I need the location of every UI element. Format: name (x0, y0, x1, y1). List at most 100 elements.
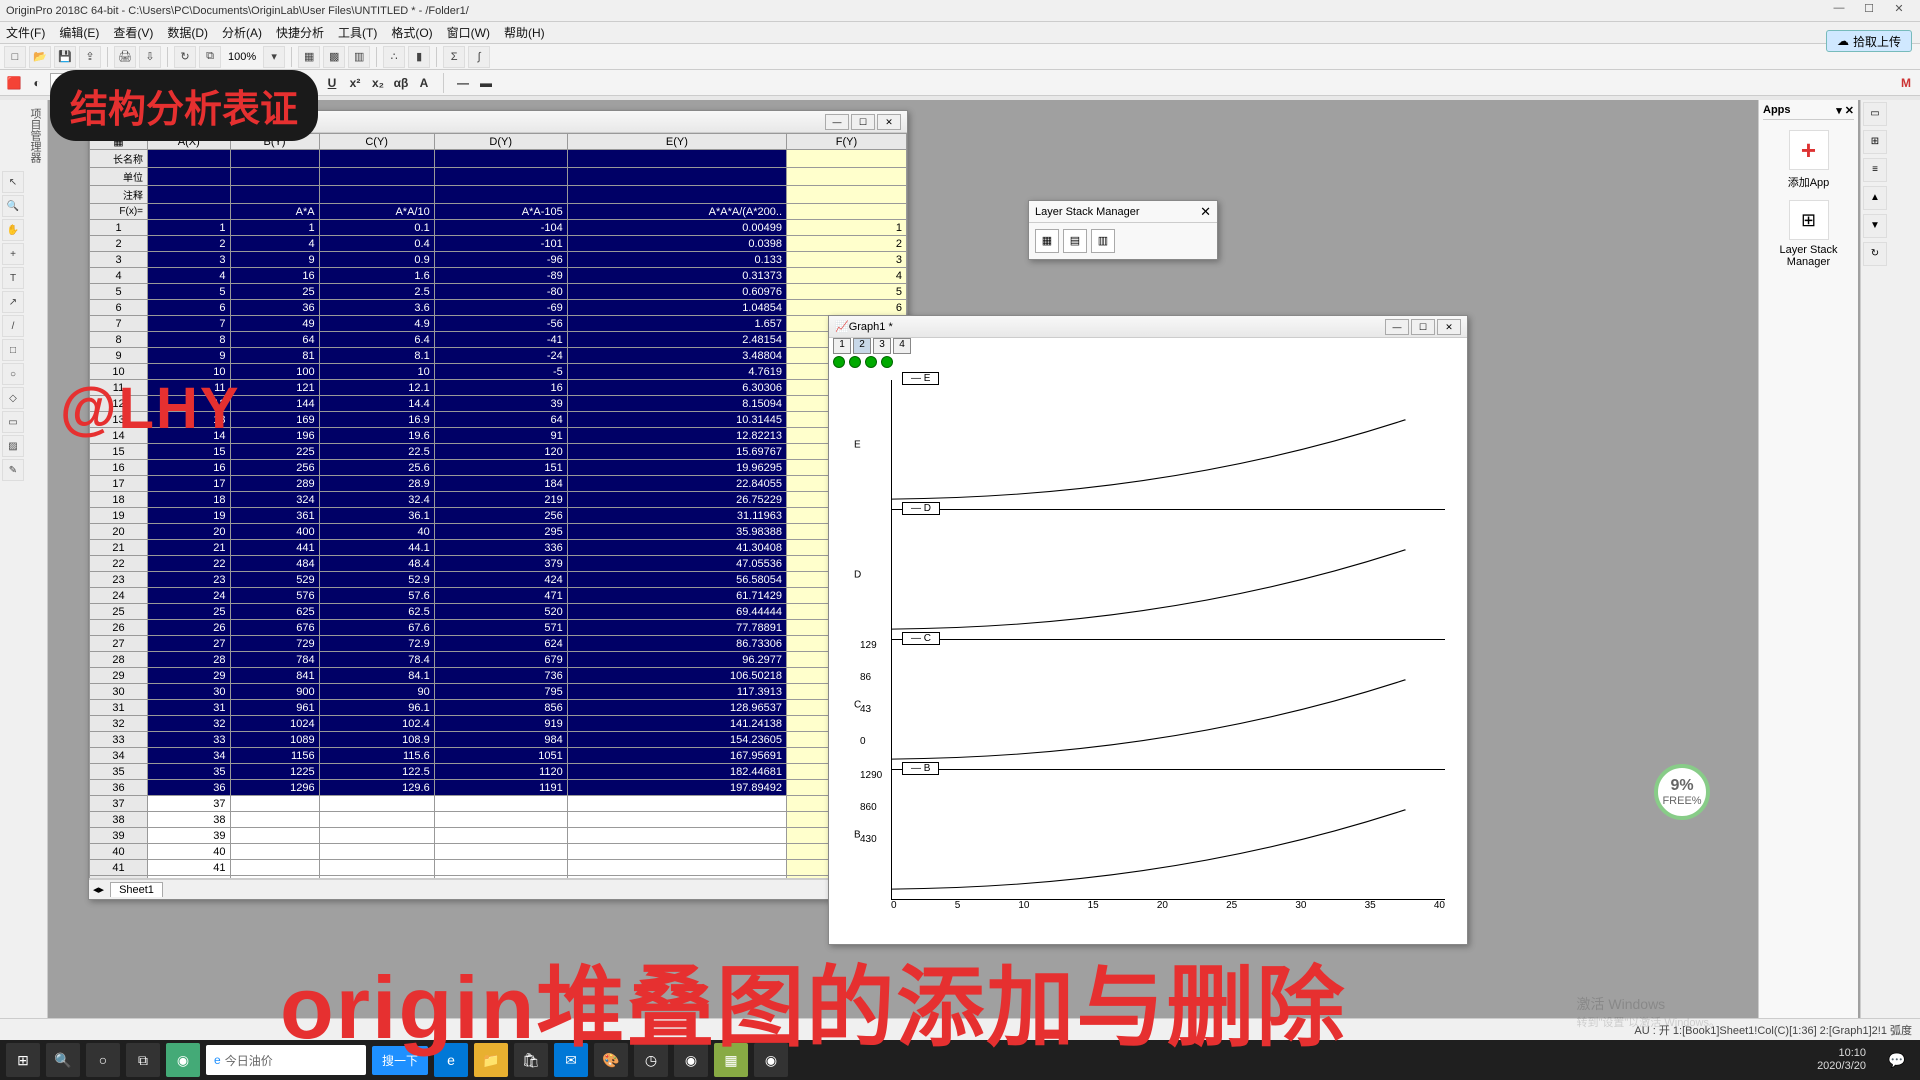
data-cell[interactable]: 520 (434, 604, 567, 620)
label-row-header[interactable]: F(x)= (90, 204, 148, 220)
data-cell[interactable]: 36 (148, 780, 231, 796)
data-cell[interactable]: 52.9 (319, 572, 434, 588)
label-cell[interactable] (319, 150, 434, 168)
lsm-extract-button[interactable]: ▤ (1063, 229, 1087, 253)
data-cell[interactable]: 72.9 (319, 636, 434, 652)
col-header[interactable]: C(Y) (319, 134, 434, 150)
start-button[interactable]: ⊞ (6, 1043, 40, 1077)
data-cell[interactable]: 1225 (230, 764, 319, 780)
layer-tab[interactable]: 2 (853, 338, 871, 354)
stacked-panel[interactable]: — C C 12986430 (891, 640, 1445, 770)
data-cell[interactable]: 10.31445 (567, 412, 786, 428)
data-cell[interactable]: 21 (148, 540, 231, 556)
data-cell[interactable]: 120 (434, 444, 567, 460)
data-cell[interactable]: 49 (230, 316, 319, 332)
data-cell[interactable]: 4.9 (319, 316, 434, 332)
workbook-close[interactable]: ✕ (877, 114, 901, 130)
row-header[interactable]: 9 (90, 348, 148, 364)
data-cell[interactable]: 1051 (434, 748, 567, 764)
data-cell[interactable]: 1024 (230, 716, 319, 732)
data-cell[interactable]: 0.133 (567, 252, 786, 268)
data-cell[interactable]: 36 (230, 300, 319, 316)
row-header[interactable]: 3 (90, 252, 148, 268)
row-header[interactable]: 34 (90, 748, 148, 764)
data-cell[interactable]: 102.4 (319, 716, 434, 732)
data-cell[interactable]: 32.4 (319, 492, 434, 508)
data-cell[interactable]: 184 (434, 476, 567, 492)
row-header[interactable]: 24 (90, 588, 148, 604)
row-header[interactable]: 17 (90, 476, 148, 492)
workbook-window[interactable]: ▦ Book1 — ☐ ✕ ▦ A(X) B(Y) C(Y) D(Y) E(Y) (88, 110, 908, 900)
data-cell[interactable]: -89 (434, 268, 567, 284)
workbook-max[interactable]: ☐ (851, 114, 875, 130)
row-header[interactable]: 26 (90, 620, 148, 636)
data-cell[interactable] (319, 812, 434, 828)
data-cell[interactable]: 22.84055 (567, 476, 786, 492)
data-cell[interactable]: 106.50218 (567, 668, 786, 684)
cortana-icon[interactable]: ○ (86, 1043, 120, 1077)
row-header[interactable]: 28 (90, 652, 148, 668)
row-header[interactable]: 40 (90, 844, 148, 860)
data-cell[interactable]: 41 (148, 860, 231, 876)
open-icon[interactable]: 📂 (29, 46, 51, 68)
label-cell[interactable] (319, 186, 434, 204)
row-header[interactable]: 16 (90, 460, 148, 476)
data-cell[interactable]: -41 (434, 332, 567, 348)
data-cell[interactable]: 0.4 (319, 236, 434, 252)
data-cell[interactable]: 3.48804 (567, 348, 786, 364)
data-cell[interactable] (230, 860, 319, 876)
data-cell[interactable]: 14.4 (319, 396, 434, 412)
menu-help[interactable]: 帮助(H) (504, 24, 545, 41)
data-cell[interactable]: 441 (230, 540, 319, 556)
data-cell[interactable] (319, 828, 434, 844)
row-header[interactable]: 19 (90, 508, 148, 524)
data-cell[interactable]: 20 (148, 524, 231, 540)
data-cell[interactable] (230, 876, 319, 880)
data-cell[interactable]: -5 (434, 364, 567, 380)
data-cell[interactable]: 35 (148, 764, 231, 780)
fontcolor-button[interactable]: A (414, 73, 434, 93)
data-cell[interactable]: 2.48154 (567, 332, 786, 348)
data-cell[interactable]: 48.4 (319, 556, 434, 572)
data-cell[interactable]: 0.31373 (567, 268, 786, 284)
data-cell[interactable]: 91 (434, 428, 567, 444)
workbook-min[interactable]: — (825, 114, 849, 130)
data-cell[interactable]: 144 (230, 396, 319, 412)
data-cell[interactable]: 28 (148, 652, 231, 668)
style-icon[interactable]: ◐ (27, 73, 47, 93)
row-header[interactable]: 18 (90, 492, 148, 508)
text-icon[interactable]: T (2, 267, 24, 289)
notifications-icon[interactable]: 💬 (1880, 1043, 1914, 1077)
data-cell[interactable]: 3 (148, 252, 231, 268)
fx-cell[interactable]: A*A/10 (319, 204, 434, 220)
data-cell[interactable]: 484 (230, 556, 319, 572)
row-header[interactable]: 32 (90, 716, 148, 732)
data-cell[interactable]: 4 (148, 268, 231, 284)
data-cell[interactable] (230, 812, 319, 828)
data-cell[interactable] (434, 812, 567, 828)
mask-icon[interactable]: M (1896, 73, 1916, 93)
data-cell[interactable]: 182.44681 (567, 764, 786, 780)
data-cell[interactable]: 44.1 (319, 540, 434, 556)
graph-min[interactable]: — (1385, 319, 1409, 335)
data-cell[interactable]: 5 (787, 284, 907, 300)
data-cell[interactable]: 576 (230, 588, 319, 604)
mask-tool-icon[interactable]: ▨ (2, 435, 24, 457)
data-cell[interactable]: 16 (230, 268, 319, 284)
label-cell[interactable] (230, 168, 319, 186)
data-cell[interactable]: 169 (230, 412, 319, 428)
data-cell[interactable]: 841 (230, 668, 319, 684)
import-icon[interactable]: ⇩ (139, 46, 161, 68)
color-icon[interactable]: 🟥 (4, 73, 24, 93)
data-cell[interactable]: 19.6 (319, 428, 434, 444)
data-cell[interactable]: 4 (787, 268, 907, 284)
data-cell[interactable]: 108.9 (319, 732, 434, 748)
data-cell[interactable]: 1191 (434, 780, 567, 796)
app-item-add[interactable]: + 添加App (1763, 130, 1854, 190)
data-cell[interactable]: 128.96537 (567, 700, 786, 716)
data-cell[interactable]: 4 (230, 236, 319, 252)
label-cell[interactable] (787, 150, 907, 168)
data-cell[interactable]: 10 (319, 364, 434, 380)
data-cell[interactable]: 679 (434, 652, 567, 668)
data-cell[interactable]: 256 (434, 508, 567, 524)
